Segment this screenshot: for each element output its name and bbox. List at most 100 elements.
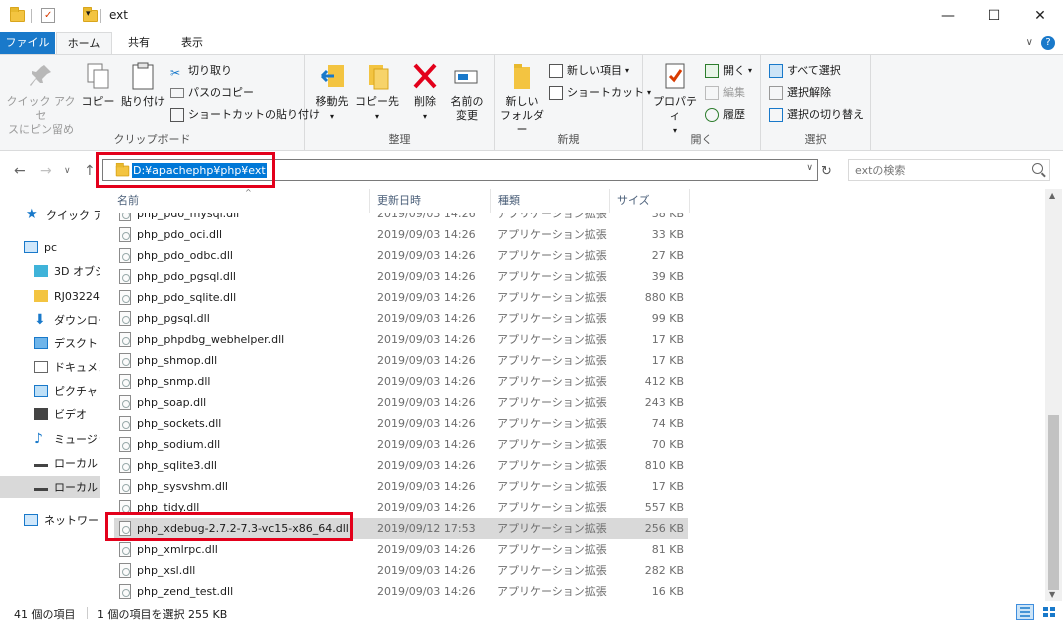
download-arrow-icon: ⬇ (34, 312, 46, 328)
copy-label: コピー (81, 95, 115, 108)
nav-item-desktop[interactable]: デスクトップ (0, 332, 100, 354)
nav-item-quick-access[interactable]: ★ クイック アクセス (0, 204, 100, 226)
paste-button[interactable]: 貼り付け (118, 61, 168, 109)
nav-item-rj03224[interactable]: RJ03224 (0, 285, 100, 307)
file-row[interactable]: php_shmop.dll 2019/09/03 14:26 アプリケーション拡張 1… (114, 350, 688, 371)
edit-icon (705, 86, 719, 100)
scroll-up-icon[interactable]: ▲ (1049, 191, 1055, 200)
nav-item-3d-objects[interactable]: 3D オブジェクト (0, 260, 100, 282)
column-header-size[interactable]: サイズ (610, 189, 690, 213)
nav-item-pc[interactable]: pc (0, 236, 100, 258)
forward-icon[interactable]: → (40, 163, 52, 179)
edit-button[interactable]: 編集 (705, 84, 745, 102)
column-header-type[interactable]: 種類 (491, 189, 610, 213)
up-icon[interactable]: ↑ (84, 163, 96, 179)
invert-selection-button[interactable]: 選択の切り替え (769, 106, 864, 124)
file-row[interactable]: php_xmlrpc.dll 2019/09/03 14:26 アプリケーション拡張… (114, 539, 688, 560)
details-view-icon[interactable] (1016, 604, 1034, 620)
file-row[interactable]: php_pdo_pgsql.dll 2019/09/03 14:26 アプリケーショ… (114, 266, 688, 287)
cut-button[interactable]: ✂ 切り取り (170, 62, 232, 80)
minimize-button[interactable]: — (925, 0, 971, 32)
nav-item-pictures[interactable]: ピクチャ (0, 380, 100, 402)
cut-label: 切り取り (188, 64, 232, 77)
vertical-scrollbar[interactable]: ▲ ▼ (1045, 189, 1062, 601)
rename-button[interactable]: 名前の 変更 (447, 61, 487, 123)
copy-button[interactable]: コピー (80, 61, 116, 109)
nav-item-label: ミュージック (54, 433, 100, 446)
close-button[interactable]: ✕ (1017, 0, 1063, 32)
properties-quick-access-icon[interactable]: ✓ (41, 8, 55, 23)
tab-view[interactable]: 表示 (170, 32, 214, 54)
new-folder-button[interactable]: 新しい フォルダー (497, 61, 547, 137)
help-icon[interactable]: ? (1041, 36, 1055, 50)
divider (100, 9, 101, 23)
scrollbar-thumb[interactable] (1048, 415, 1059, 590)
large-icons-view-icon[interactable] (1040, 604, 1058, 620)
address-dropdown-icon[interactable]: ∨ (806, 163, 813, 173)
nav-item-documents[interactable]: ドキュメント (0, 356, 100, 378)
tab-file[interactable]: ファイル (0, 32, 55, 54)
nav-item-local-disk-d[interactable]: ローカル ディスク (0, 476, 100, 498)
file-size: 557 KB (644, 501, 684, 514)
nav-item-local-disk-c[interactable]: ローカル ディスク (0, 452, 100, 474)
open-button[interactable]: 開く ▾ (705, 62, 752, 80)
nav-item-network[interactable]: ネットワーク (0, 509, 100, 531)
new-item-button[interactable]: 新しい項目 ▾ (549, 62, 629, 80)
file-row[interactable]: php_phpdbg_webhelper.dll 2019/09/03 14:26… (114, 329, 688, 350)
nav-item-downloads[interactable]: ⬇ ダウンロード (0, 309, 100, 331)
dll-file-icon (119, 542, 131, 557)
address-bar[interactable]: D:¥apachephp¥php¥ext ∨ (102, 159, 818, 181)
column-header-name[interactable]: 名前 ^ (110, 189, 370, 213)
file-row[interactable]: php_pgsql.dll 2019/09/03 14:26 アプリケーション拡張 9… (114, 308, 688, 329)
cube-icon (34, 265, 48, 277)
scroll-down-icon[interactable]: ▼ (1049, 590, 1055, 599)
customize-quick-access-icon[interactable]: ▾ (86, 9, 91, 19)
recent-locations-icon[interactable]: ∨ (64, 166, 71, 176)
file-date: 2019/09/03 14:26 (377, 501, 476, 514)
file-row[interactable]: php_pdo_odbc.dll 2019/09/03 14:26 アプリケーション… (114, 245, 688, 266)
paste-shortcut-button[interactable]: ショートカットの貼り付け (170, 106, 320, 124)
new-item-label: 新しい項目 (567, 64, 622, 77)
file-row[interactable]: php_soap.dll 2019/09/03 14:26 アプリケーション拡張 24… (114, 392, 688, 413)
tab-home[interactable]: ホーム (56, 32, 112, 54)
file-row[interactable]: php_xdebug-2.7.2-7.3-vc15-x86_64.dll 2019… (114, 518, 688, 539)
column-header-date[interactable]: 更新日時 (370, 189, 491, 213)
nav-item-label: ビデオ (54, 408, 87, 421)
back-icon[interactable]: ← (14, 163, 26, 179)
nav-item-music[interactable]: ♪ ミュージック (0, 428, 100, 450)
file-row[interactable]: php_snmp.dll 2019/09/03 14:26 アプリケーション拡張 41… (114, 371, 688, 392)
file-row[interactable]: php_tidy.dll 2019/09/03 14:26 アプリケーション拡張 55… (114, 497, 688, 518)
maximize-button[interactable]: ☐ (971, 0, 1017, 32)
delete-button[interactable]: 削除 ▾ (405, 61, 445, 124)
file-row[interactable]: php_pdo_oci.dll 2019/09/03 14:26 アプリケーション拡… (114, 224, 688, 245)
refresh-icon[interactable]: ↻ (821, 164, 832, 179)
select-all-button[interactable]: すべて選択 (769, 62, 841, 80)
copy-to-button[interactable]: コピー先 ▾ (355, 61, 399, 124)
file-row[interactable]: php_pdo_sqlite.dll 2019/09/03 14:26 アプリケーシ… (114, 287, 688, 308)
file-row[interactable]: php_xsl.dll 2019/09/03 14:26 アプリケーション拡張 282… (114, 560, 688, 581)
dll-file-icon (119, 584, 131, 599)
nav-item-videos[interactable]: ビデオ (0, 403, 100, 425)
properties-button[interactable]: プロパティ ▾ (649, 61, 701, 138)
file-row[interactable]: php_sysvshm.dll 2019/09/03 14:26 アプリケーション拡… (114, 476, 688, 497)
search-box[interactable] (848, 159, 1050, 181)
delete-x-icon (411, 61, 439, 91)
copy-icon (84, 61, 112, 91)
file-row[interactable]: php_sqlite3.dll 2019/09/03 14:26 アプリケーション拡… (114, 455, 688, 476)
history-button[interactable]: 履歴 (705, 106, 745, 124)
file-row[interactable]: php_sodium.dll 2019/09/03 14:26 アプリケーション拡張… (114, 434, 688, 455)
nav-item-label: ダウンロード (54, 314, 100, 327)
new-shortcut-button[interactable]: ショートカット ▾ (549, 84, 651, 102)
search-input[interactable] (855, 162, 1025, 178)
tab-share[interactable]: 共有 (118, 32, 160, 54)
file-date: 2019/09/03 14:26 (377, 396, 476, 409)
file-name: php_pdo_odbc.dll (137, 249, 233, 262)
copy-path-button[interactable]: パスのコピー (170, 84, 254, 102)
file-row[interactable]: php_sockets.dll 2019/09/03 14:26 アプリケーション拡… (114, 413, 688, 434)
move-to-button[interactable]: 移動先 ▾ (311, 61, 353, 124)
ribbon-collapse-icon[interactable]: ∨ (1026, 37, 1033, 48)
address-path[interactable]: D:¥apachephp¥php¥ext (132, 163, 267, 178)
pin-quick-access-button[interactable]: クイック アクセ スにピン留め (4, 61, 78, 137)
select-none-button[interactable]: 選択解除 (769, 84, 831, 102)
file-row[interactable]: php_zend_test.dll 2019/09/03 14:26 アプリケーショ… (114, 581, 688, 601)
